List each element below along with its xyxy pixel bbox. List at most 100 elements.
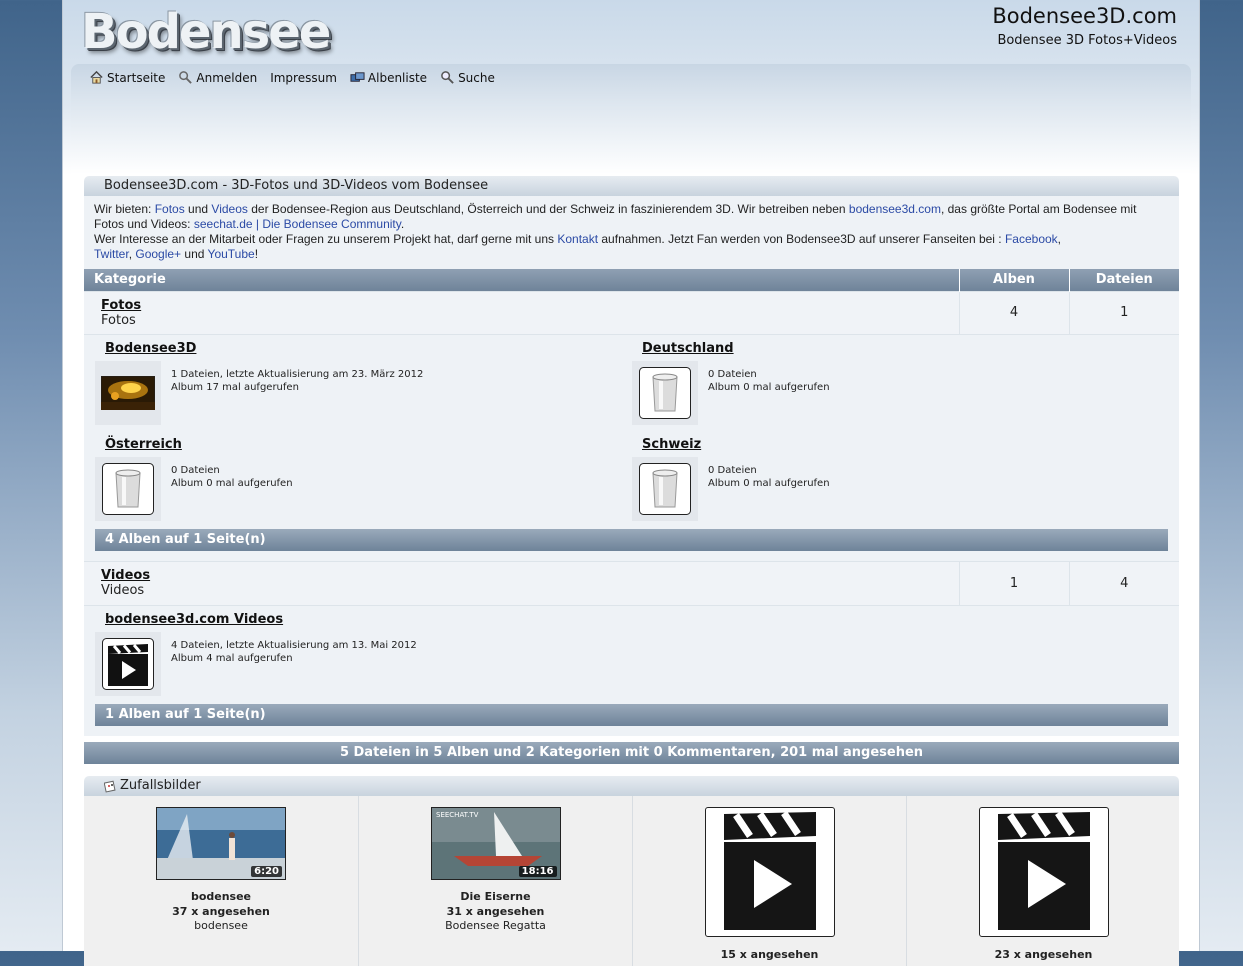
intro-text-part: . <box>400 217 405 231</box>
album-link-videos[interactable]: bodensee3d.com Videos <box>95 612 632 627</box>
nav-albenliste[interactable]: Albenliste <box>350 70 427 85</box>
album-list-icon <box>350 72 365 82</box>
random-item-caption: bodensee <box>194 918 248 932</box>
overlay-text: SEECHAT.TV <box>436 811 479 819</box>
table-header-row: Kategorie Alben Dateien <box>84 269 1179 291</box>
link-fotos[interactable]: Fotos <box>155 202 185 216</box>
random-item: 6:20 bodensee 37 x angesehen bodensee <box>84 796 358 966</box>
album-card: bodensee3d.com Videos 4 Dateien, letzte … <box>95 612 632 696</box>
home-icon <box>90 70 103 84</box>
nav-panel: Startseite Anmelden Impressum Albenliste… <box>71 64 1191 174</box>
album-info-line: 0 Dateien <box>171 465 220 476</box>
nav-label: Albenliste <box>367 70 428 85</box>
video-clapper-icon <box>102 637 154 690</box>
main-nav: Startseite Anmelden Impressum Albenliste… <box>89 70 495 85</box>
category-row-videos: Videos Videos 1 4 <box>84 561 1179 605</box>
intro-text-part: , <box>1057 232 1062 246</box>
page-container: Bodensee 3D Bodensee3D.com Bodensee 3D F… <box>62 0 1200 966</box>
dice-icon <box>104 780 116 793</box>
nav-impressum[interactable]: Impressum <box>270 70 337 85</box>
intro-text-part: Wir bieten: <box>94 202 155 216</box>
album-info-line: 0 Dateien <box>708 465 757 476</box>
album-card: Österreich 0 Dateien Album 0 mal aufgeru… <box>95 437 632 521</box>
site-subtitle: Bodensee 3D Fotos+Videos <box>997 33 1177 48</box>
random-images-bar: Zufallsbilder <box>84 775 1179 796</box>
link-videos[interactable]: Videos <box>211 202 247 216</box>
category-table-videos: Videos Videos 1 4 <box>84 561 1179 605</box>
category-cell: Fotos Fotos <box>84 290 959 334</box>
random-thumbnail[interactable] <box>978 806 1109 937</box>
random-item-views: 31 x angesehen <box>446 904 545 918</box>
link-kontakt[interactable]: Kontakt <box>557 232 598 246</box>
album-card: Schweiz 0 Dateien Album 0 mal aufgerufen <box>632 437 1169 521</box>
search-icon <box>441 71 454 84</box>
intro-title: Bodensee3D.com - 3D-Fotos und 3D-Videos … <box>104 178 489 193</box>
album-thumbnail[interactable] <box>95 631 161 696</box>
random-thumbnail[interactable]: SEECHAT.TV 18:16 <box>430 806 561 880</box>
nav-anmelden[interactable]: Anmelden <box>178 70 257 85</box>
album-thumbnail[interactable] <box>632 361 698 425</box>
album-views: Album 0 mal aufgerufen <box>708 382 830 393</box>
link-facebook[interactable]: Facebook <box>1005 232 1058 246</box>
link-youtube[interactable]: YouTube <box>208 247 255 261</box>
album-views: Album 4 mal aufgerufen <box>171 652 293 664</box>
empty-bin-icon <box>102 463 154 515</box>
nav-label: Impressum <box>270 70 337 85</box>
random-item: 15 x angesehen <box>632 795 906 966</box>
intro-text-part: und <box>181 247 208 261</box>
nav-startseite[interactable]: Startseite <box>89 70 165 85</box>
site-title: Bodensee3D.com <box>992 4 1177 28</box>
album-views: Album 0 mal aufgerufen <box>171 478 293 489</box>
album-info-line: 4 Dateien, letzte Aktualisierung am 13. … <box>171 639 417 651</box>
random-item-title: Die Eiserne <box>460 889 531 903</box>
album-link-schweiz[interactable]: Schweiz <box>632 437 1169 452</box>
intro-text-part: der Bodensee-Region aus Deutschland, Öst… <box>247 202 849 216</box>
videos-album-list: bodensee3d.com Videos 4 Dateien, letzte … <box>84 604 1179 736</box>
column-header-albums: Alben <box>958 269 1069 291</box>
random-item-views: 15 x angesehen <box>720 947 819 961</box>
login-icon <box>179 71 193 84</box>
video-duration: 18:16 <box>518 865 557 877</box>
nav-label: Suche <box>458 70 495 85</box>
main-content: Bodensee3D.com - 3D-Fotos und 3D-Videos … <box>84 176 1179 966</box>
intro-text-part: aufnahmen. Jetzt Fan werden von Bodensee… <box>598 232 1005 246</box>
album-card: Deutschland 0 Dateien Album 0 mal aufger… <box>632 341 1169 425</box>
album-thumbnail[interactable] <box>95 457 161 521</box>
gallery-stats: 5 Dateien in 5 Alben und 2 Kategorien mi… <box>84 741 1179 764</box>
category-link-videos[interactable]: Videos <box>101 568 942 583</box>
empty-bin-icon <box>639 463 691 515</box>
category-cell: Videos Videos <box>84 561 959 605</box>
intro-text-part: ! <box>254 247 259 261</box>
album-link-deutschland[interactable]: Deutschland <box>632 341 1169 356</box>
intro-title-bar: Bodensee3D.com - 3D-Fotos und 3D-Videos … <box>84 176 1179 196</box>
album-thumbnail[interactable] <box>632 457 698 521</box>
album-link-bodensee3d[interactable]: Bodensee3D <box>95 341 632 356</box>
intro-text-part: Wer Interesse an der Mitarbeit oder Frag… <box>94 232 558 246</box>
video-clapper-icon <box>723 810 816 930</box>
album-link-oesterreich[interactable]: Österreich <box>95 437 632 452</box>
album-pager: 1 Alben auf 1 Seite(n) <box>95 703 1168 726</box>
album-card: Bodensee3D 1 Dateien, letzte Aktualisier… <box>95 341 632 425</box>
link-bodensee3d[interactable]: bodensee3d.com <box>849 202 941 216</box>
nav-suche[interactable]: Suche <box>440 70 495 85</box>
album-views: Album 0 mal aufgerufen <box>708 478 830 489</box>
category-files-count: 4 <box>1068 561 1179 605</box>
fotos-album-list: Bodensee3D 1 Dateien, letzte Aktualisier… <box>84 334 1179 561</box>
random-thumbnail[interactable] <box>704 806 835 937</box>
random-item: 23 x angesehen <box>906 795 1180 966</box>
category-link-fotos[interactable]: Fotos <box>101 298 942 313</box>
album-info-line: 1 Dateien, letzte Aktualisierung am 23. … <box>171 369 424 380</box>
link-google-plus[interactable]: Google+ <box>135 247 181 261</box>
site-logo[interactable]: Bodensee 3D <box>81 2 343 120</box>
album-thumbnail[interactable] <box>95 361 161 425</box>
random-item-title: bodensee <box>190 889 252 903</box>
random-item-caption: Bodensee Regatta <box>445 918 546 932</box>
random-thumbnail[interactable]: 6:20 <box>156 806 286 880</box>
category-files-count: 1 <box>1068 290 1179 334</box>
category-description: Fotos <box>101 312 136 328</box>
link-twitter[interactable]: Twitter <box>94 247 129 261</box>
nav-label: Startseite <box>107 70 166 85</box>
link-seechat[interactable]: seechat.de | Die Bodensee Community <box>194 217 401 231</box>
category-albums-count: 4 <box>958 290 1069 334</box>
site-header: Bodensee 3D Bodensee3D.com Bodensee 3D F… <box>63 0 1199 175</box>
